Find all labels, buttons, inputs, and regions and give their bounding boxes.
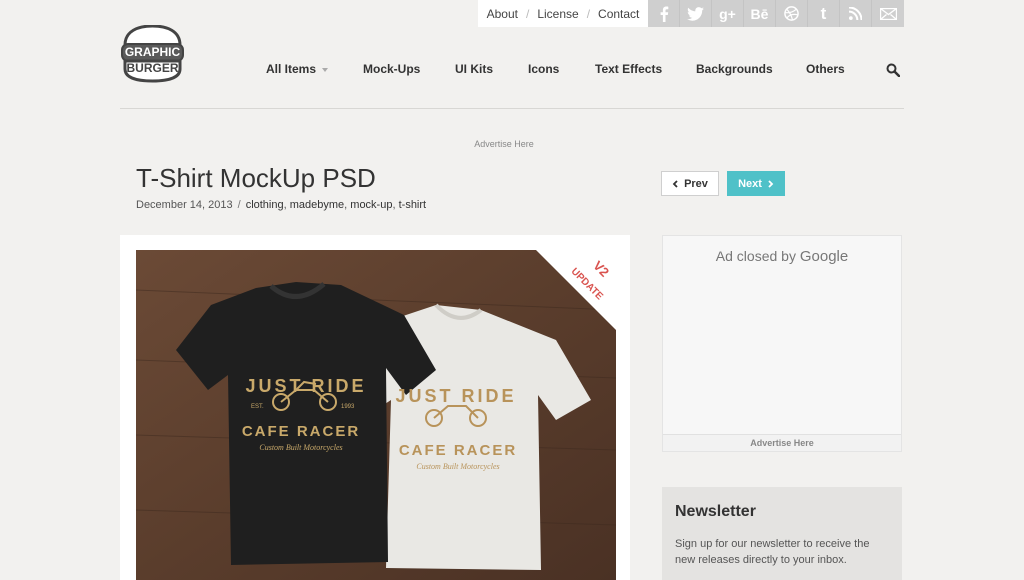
google-logo: Google xyxy=(799,248,849,265)
header-divider xyxy=(120,108,904,109)
ad-closed-text: Ad closed by xyxy=(715,248,796,264)
tag-link[interactable]: mock-up xyxy=(350,199,392,211)
separator: / xyxy=(525,6,530,21)
shirt-text-cafe-racer: CAFE RACER xyxy=(242,423,360,440)
shirt-est: EST. xyxy=(251,404,264,410)
shirt-text-custom: Custom Built Motorcycles xyxy=(259,443,342,452)
shirt-year: 1993 xyxy=(341,404,355,410)
separator: / xyxy=(237,199,241,211)
newsletter-box: Newsletter Sign up for our newsletter to… xyxy=(662,487,902,580)
nav-text-effects[interactable]: Text Effects xyxy=(595,62,662,76)
nav-all-items-label: All Items xyxy=(266,62,317,76)
dribbble-icon[interactable] xyxy=(776,0,808,27)
top-links-bar: About / License / Contact xyxy=(478,0,648,27)
twitter-icon[interactable] xyxy=(680,0,712,27)
preview-image[interactable]: JUST RIDE EST. 1993 CAFE RACER Custom Bu… xyxy=(136,250,616,580)
tumblr-icon[interactable]: t xyxy=(808,0,840,27)
separator: / xyxy=(586,6,591,21)
tag-link[interactable]: clothing xyxy=(246,199,284,211)
next-button[interactable]: Next xyxy=(727,171,785,196)
license-link[interactable]: License xyxy=(535,7,580,21)
logo-text-burger: BURGER xyxy=(126,61,178,75)
nav-backgrounds[interactable]: Backgrounds xyxy=(696,62,773,76)
nav-mockups[interactable]: Mock-Ups xyxy=(363,62,420,76)
tag-link[interactable]: t-shirt xyxy=(399,199,427,211)
about-link[interactable]: About xyxy=(485,7,520,21)
page-title: T-Shirt MockUp PSD xyxy=(136,163,376,193)
behance-icon[interactable]: Bē xyxy=(744,0,776,27)
ad-box: Ad closed by Google Advertise Here xyxy=(662,235,902,452)
site-logo[interactable]: GRAPHIC BURGER xyxy=(120,24,185,83)
google-plus-icon[interactable]: g+ xyxy=(712,0,744,27)
nav-ui-kits[interactable]: UI Kits xyxy=(455,62,493,76)
social-icons-bar: g+ Bē t xyxy=(648,0,904,27)
ad-closed-notice: Ad closed by Google xyxy=(663,248,901,265)
mail-icon[interactable] xyxy=(872,0,904,27)
prev-button-label: Prev xyxy=(684,177,708,190)
shirt-text-just-ride: JUST RIDE xyxy=(395,386,516,406)
rss-icon[interactable] xyxy=(840,0,872,27)
nav-icons[interactable]: Icons xyxy=(528,62,559,76)
advertise-link[interactable]: Advertise Here xyxy=(0,139,1008,149)
facebook-icon[interactable] xyxy=(648,0,680,27)
post-meta: December 14, 2013/clothing, madebyme, mo… xyxy=(136,199,427,211)
post-date: December 14, 2013 xyxy=(136,199,233,211)
nav-all-items[interactable]: All Items xyxy=(266,62,329,76)
next-button-label: Next xyxy=(738,177,762,190)
tag-link[interactable]: madebyme xyxy=(290,199,344,211)
prev-button[interactable]: Prev xyxy=(661,171,719,196)
contact-link[interactable]: Contact xyxy=(596,7,641,21)
nav-others[interactable]: Others xyxy=(806,62,845,76)
chevron-left-icon xyxy=(672,179,678,188)
chevron-right-icon xyxy=(768,179,774,188)
advertise-link[interactable]: Advertise Here xyxy=(663,434,901,451)
shirt-text-custom: Custom Built Motorcycles xyxy=(416,462,499,471)
shirt-text-just-ride: JUST RIDE xyxy=(245,376,366,396)
search-icon[interactable] xyxy=(886,63,901,78)
chevron-down-icon xyxy=(322,67,329,72)
newsletter-title: Newsletter xyxy=(675,503,756,520)
newsletter-text: Sign up for our newsletter to receive th… xyxy=(675,538,870,566)
shirt-text-cafe-racer: CAFE RACER xyxy=(399,442,517,459)
logo-text-graphic: GRAPHIC xyxy=(125,45,181,59)
